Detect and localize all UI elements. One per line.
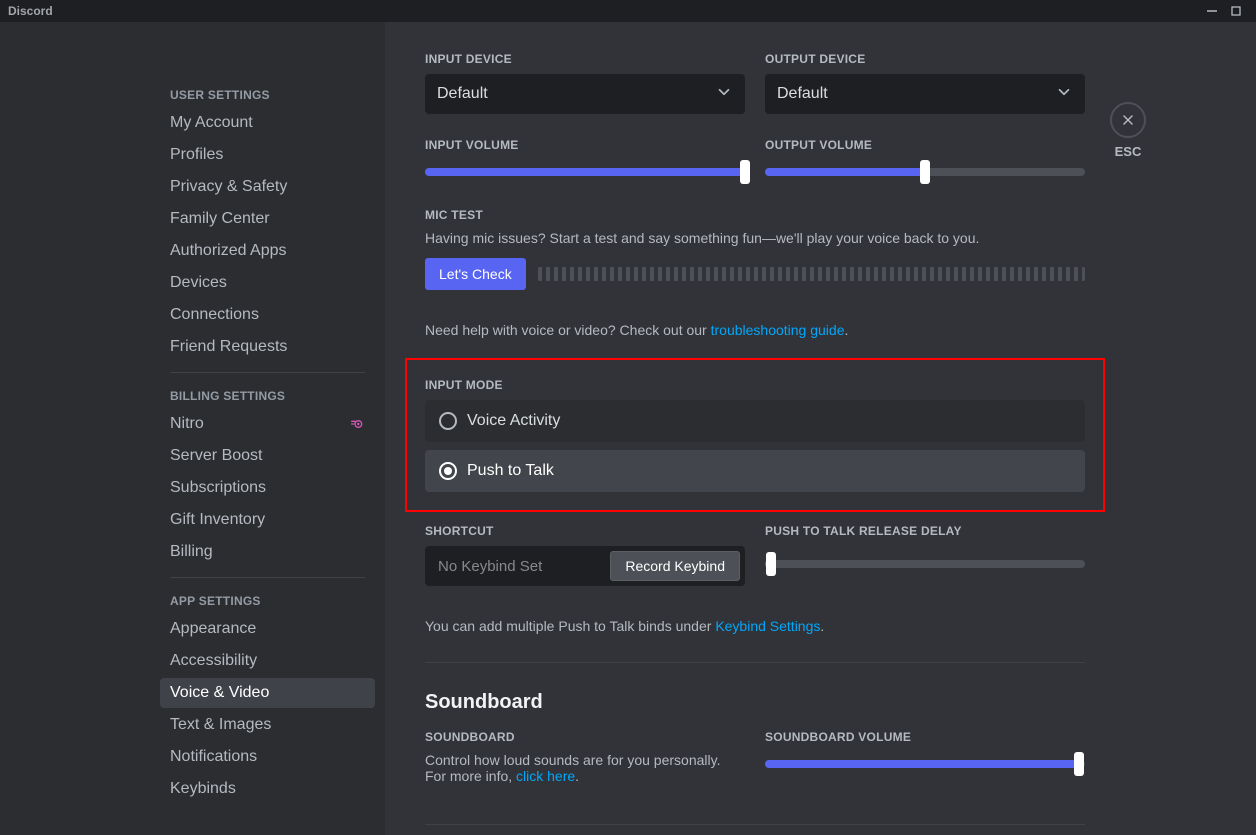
input-volume-label: INPUT VOLUME: [425, 138, 745, 152]
window-minimize-button[interactable]: [1200, 2, 1224, 20]
troubleshooting-link[interactable]: troubleshooting guide: [711, 322, 845, 338]
sidebar-item-keybinds[interactable]: Keybinds: [160, 774, 375, 804]
content-column: ESC INPUT DEVICE Default OUTPUT DEVICE: [385, 22, 1256, 835]
sidebar-item-billing[interactable]: Billing: [160, 537, 375, 567]
soundboard-volume-label: SOUNDBOARD VOLUME: [765, 730, 1085, 744]
sidebar-item-my-account[interactable]: My Account: [160, 108, 375, 138]
ptt-hint-suffix: .: [820, 618, 824, 634]
input-mode-option-voice-activity[interactable]: Voice Activity: [425, 400, 1085, 442]
nitro-icon: [349, 416, 365, 432]
sidebar-item-label: Devices: [170, 274, 227, 292]
sidebar-item-connections[interactable]: Connections: [160, 300, 375, 330]
sidebar-item-label: Voice & Video: [170, 684, 269, 702]
sidebar-column: USER SETTINGS My Account Profiles Privacy &…: [0, 22, 385, 835]
output-device-label: OUTPUT DEVICE: [765, 52, 1085, 66]
ptt-delay-label: PUSH TO TALK RELEASE DELAY: [765, 524, 1085, 538]
mic-test-hint: Having mic issues? Start a test and say …: [425, 230, 1085, 246]
sidebar-item-label: Notifications: [170, 748, 257, 766]
sidebar-divider: [170, 372, 365, 373]
soundboard-hint: Control how loud sounds are for you pers…: [425, 752, 745, 784]
sidebar-item-friend-requests[interactable]: Friend Requests: [160, 332, 375, 362]
sidebar-item-server-boost[interactable]: Server Boost: [160, 441, 375, 471]
sidebar-item-nitro[interactable]: Nitro: [160, 409, 375, 439]
soundboard-hint-suffix: .: [575, 768, 579, 784]
sidebar-item-appearance[interactable]: Appearance: [160, 614, 375, 644]
sidebar-item-authorized-apps[interactable]: Authorized Apps: [160, 236, 375, 266]
input-device-select[interactable]: Default: [425, 74, 745, 114]
voice-help-prefix: Need help with voice or video? Check out…: [425, 322, 711, 338]
mic-test-meter: [538, 267, 1085, 281]
voice-video-settings: INPUT DEVICE Default OUTPUT DEVICE Defau…: [385, 22, 1125, 835]
input-mode-label: INPUT MODE: [425, 378, 1085, 392]
lets-check-button[interactable]: Let's Check: [425, 258, 526, 290]
radio-icon: [439, 462, 457, 480]
sidebar-item-label: Privacy & Safety: [170, 178, 287, 196]
window-maximize-button[interactable]: [1224, 2, 1248, 20]
input-mode-option-label: Voice Activity: [467, 412, 560, 430]
input-mode-option-label: Push to Talk: [467, 462, 554, 480]
sidebar-item-label: Authorized Apps: [170, 242, 287, 260]
sidebar-item-label: Friend Requests: [170, 338, 287, 356]
chevron-down-icon: [715, 83, 733, 106]
sidebar-item-privacy-safety[interactable]: Privacy & Safety: [160, 172, 375, 202]
sidebar-heading: USER SETTINGS: [160, 82, 375, 108]
input-mode-option-push-to-talk[interactable]: Push to Talk: [425, 450, 1085, 492]
ptt-hint-text: You can add multiple Push to Talk binds …: [425, 618, 1085, 634]
output-device-value: Default: [777, 85, 828, 103]
soundboard-click-here-link[interactable]: click here: [516, 768, 575, 784]
sidebar-item-label: Accessibility: [170, 652, 257, 670]
sidebar-item-label: Nitro: [170, 415, 204, 433]
sidebar-item-profiles[interactable]: Profiles: [160, 140, 375, 170]
sidebar-item-label: Connections: [170, 306, 259, 324]
sidebar-item-label: My Account: [170, 114, 253, 132]
shortcut-label: SHORTCUT: [425, 524, 745, 538]
sidebar-item-label: Billing: [170, 543, 213, 561]
sidebar-item-label: Subscriptions: [170, 479, 266, 497]
sidebar-item-label: Profiles: [170, 146, 223, 164]
keybind-box: No Keybind Set Record Keybind: [425, 546, 745, 586]
voice-help-suffix: .: [845, 322, 849, 338]
keybind-settings-link[interactable]: Keybind Settings: [715, 618, 820, 634]
sidebar-heading: APP SETTINGS: [160, 588, 375, 614]
record-keybind-button[interactable]: Record Keybind: [610, 551, 740, 581]
output-volume-label: OUTPUT VOLUME: [765, 138, 1085, 152]
sidebar-item-label: Gift Inventory: [170, 511, 265, 529]
input-volume-slider[interactable]: [425, 160, 745, 184]
sidebar-item-voice-video[interactable]: Voice & Video: [160, 678, 375, 708]
sidebar-item-notifications[interactable]: Notifications: [160, 742, 375, 772]
soundboard-heading: Soundboard: [425, 691, 1085, 714]
radio-icon: [439, 412, 457, 430]
title-bar: Discord: [0, 0, 1256, 22]
soundboard-volume-slider[interactable]: [765, 752, 1085, 776]
ptt-hint-prefix: You can add multiple Push to Talk binds …: [425, 618, 715, 634]
keybind-value[interactable]: No Keybind Set: [426, 558, 606, 575]
sidebar-item-label: Family Center: [170, 210, 270, 228]
sidebar-item-label: Text & Images: [170, 716, 271, 734]
output-device-select[interactable]: Default: [765, 74, 1085, 114]
voice-help-text: Need help with voice or video? Check out…: [425, 322, 1085, 338]
app-name: Discord: [8, 4, 53, 18]
sidebar-item-label: Server Boost: [170, 447, 262, 465]
sidebar-item-accessibility[interactable]: Accessibility: [160, 646, 375, 676]
sidebar-item-family-center[interactable]: Family Center: [160, 204, 375, 234]
app-body: USER SETTINGS My Account Profiles Privacy &…: [0, 22, 1256, 835]
sidebar-item-label: Keybinds: [170, 780, 236, 798]
mic-test-label: MIC TEST: [425, 208, 1085, 222]
sidebar-item-label: Appearance: [170, 620, 256, 638]
input-device-value: Default: [437, 85, 488, 103]
ptt-delay-slider[interactable]: [765, 552, 1085, 576]
settings-sidebar: USER SETTINGS My Account Profiles Privacy &…: [140, 22, 385, 835]
sidebar-item-gift-inventory[interactable]: Gift Inventory: [160, 505, 375, 535]
sidebar-heading: BILLING SETTINGS: [160, 383, 375, 409]
sidebar-item-subscriptions[interactable]: Subscriptions: [160, 473, 375, 503]
sidebar-divider: [170, 577, 365, 578]
soundboard-sublabel: SOUNDBOARD: [425, 730, 745, 744]
chevron-down-icon: [1055, 83, 1073, 106]
output-volume-slider[interactable]: [765, 160, 1085, 184]
input-mode-highlight: INPUT MODE Voice Activity Push to Talk: [405, 358, 1105, 512]
sidebar-item-text-images[interactable]: Text & Images: [160, 710, 375, 740]
sidebar-item-devices[interactable]: Devices: [160, 268, 375, 298]
input-device-label: INPUT DEVICE: [425, 52, 745, 66]
